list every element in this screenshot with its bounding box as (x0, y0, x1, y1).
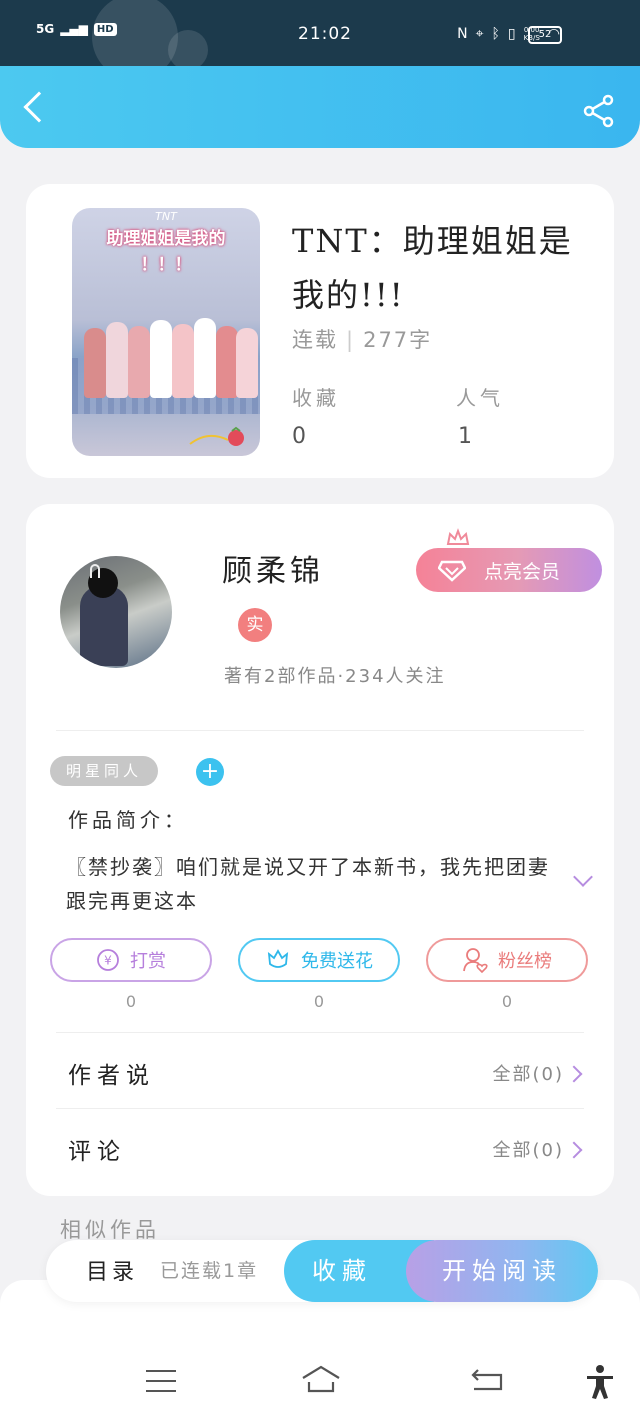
book-cover[interactable]: TNT 助理姐姐是我的 ！！！ (72, 208, 260, 456)
reward-label: 打赏 (130, 951, 166, 972)
flower-count: 0 (313, 992, 325, 1011)
back-nav-icon[interactable] (470, 1366, 504, 1392)
cover-title-text: 助理姐姐是我的 ！！！ (72, 226, 260, 278)
book-title: TNT：助理姐姐是我的!!! (292, 222, 573, 314)
popularity-label: 人气 (456, 386, 504, 410)
expand-chevron-icon[interactable] (573, 867, 593, 887)
home-icon[interactable] (300, 1364, 342, 1394)
nfc-icon: N (457, 26, 468, 42)
bluetooth-icon: ᛒ (491, 26, 500, 42)
location-icon: ⌖ (475, 26, 484, 42)
popularity-value: 1 (458, 424, 472, 449)
book-status: 连载 (292, 328, 338, 352)
start-reading-button[interactable]: 开始阅读 (406, 1240, 598, 1302)
system-nav-bar (0, 1346, 640, 1422)
header-bar (0, 66, 640, 148)
toc-button[interactable]: 目录 (86, 1254, 138, 1286)
back-icon[interactable] (23, 91, 55, 123)
clock: 21:02 (298, 24, 352, 44)
author-works-summary: 著有2部作品·234人关注 (224, 666, 446, 687)
book-info-card: TNT 助理姐姐是我的 ！！！ TNT：助理姐姐是我的!!! 连载 | 277字 收… (26, 184, 614, 478)
author-name[interactable]: 顾柔锦 (222, 546, 324, 590)
vibrate-icon: ▯ (507, 26, 516, 42)
reward-button[interactable]: ¥ 打赏 (50, 938, 212, 982)
toc-status[interactable]: 已连载1章 (160, 1256, 258, 1283)
comments-row[interactable]: 评论 全部(0) (26, 1120, 614, 1180)
cover-people (80, 288, 258, 398)
vip-button[interactable]: 点亮会员 (416, 548, 602, 592)
author-card: 顾柔锦 实 著有2部作品·234人关注 点亮会员 明星同人 + 作品简介： 〖禁… (26, 504, 614, 1196)
free-flower-label: 免费送花 (301, 951, 373, 972)
bottom-action-bar: 目录 已连载1章 收藏 开始阅读 (46, 1240, 598, 1302)
tag-star-fanfic[interactable]: 明星同人 (50, 756, 159, 786)
chevron-right-icon (565, 1141, 583, 1159)
accessibility-icon[interactable] (584, 1364, 616, 1400)
fan-user-icon (463, 948, 488, 973)
hd-badge: HD (93, 22, 117, 36)
chevron-right-icon (565, 1065, 583, 1083)
free-flower-button[interactable]: 免费送花 (238, 938, 400, 982)
coin-icon: ¥ (97, 949, 119, 971)
share-icon[interactable] (582, 94, 616, 128)
menu-icon[interactable] (146, 1370, 176, 1392)
network-indicator: 5G ▂▄▆ HD (36, 22, 117, 36)
divider (56, 1032, 584, 1033)
fans-ranking-label: 粉丝榜 (498, 951, 552, 972)
cover-title-line: 助理姐姐是我的 (106, 229, 226, 249)
fans-ranking-button[interactable]: 粉丝榜 (426, 938, 588, 982)
fans-count: 0 (501, 992, 513, 1011)
book-meta: 连载 | 277字 (292, 328, 433, 352)
favorites-label: 收藏 (292, 386, 340, 410)
status-bar: 5G ▂▄▆ HD 21:02 N ⌖ ᛒ ▯ 0.00 KB/S ◠ 52 (0, 0, 640, 66)
battery-icon: 52 (528, 26, 562, 44)
signal-icon: ▂▄▆ (60, 22, 88, 36)
comments-label: 评论 (68, 1139, 126, 1165)
author-says-all: 全部(0) (492, 1064, 564, 1085)
divider (56, 1108, 584, 1109)
vip-button-label: 点亮会员 (484, 560, 561, 583)
reward-count: 0 (125, 992, 137, 1011)
divider (56, 730, 584, 731)
author-avatar[interactable] (60, 556, 172, 668)
author-says-row[interactable]: 作者说 全部(0) (26, 1044, 614, 1104)
flower-icon (267, 949, 289, 968)
svg-text:¥: ¥ (104, 954, 112, 968)
author-says-label: 作者说 (68, 1063, 155, 1089)
intro-text: 〖禁抄袭〗咱们就是说又开了本新书，我先把团妻跟完再更这本 (66, 855, 550, 913)
diamond-icon (438, 560, 466, 582)
cover-strawberry-decoration (189, 426, 244, 446)
cover-tnt-text: TNT (155, 210, 177, 223)
network-type: 5G (36, 22, 55, 36)
book-word-count: 277字 (363, 328, 433, 352)
cover-exclaim-line: ！！！ (140, 255, 192, 275)
comments-all: 全部(0) (492, 1140, 564, 1161)
intro-label: 作品简介： (68, 808, 188, 832)
favorites-value: 0 (292, 424, 306, 449)
verified-badge: 实 (238, 608, 272, 642)
add-tag-button[interactable]: + (196, 758, 224, 786)
crown-icon (446, 528, 470, 545)
